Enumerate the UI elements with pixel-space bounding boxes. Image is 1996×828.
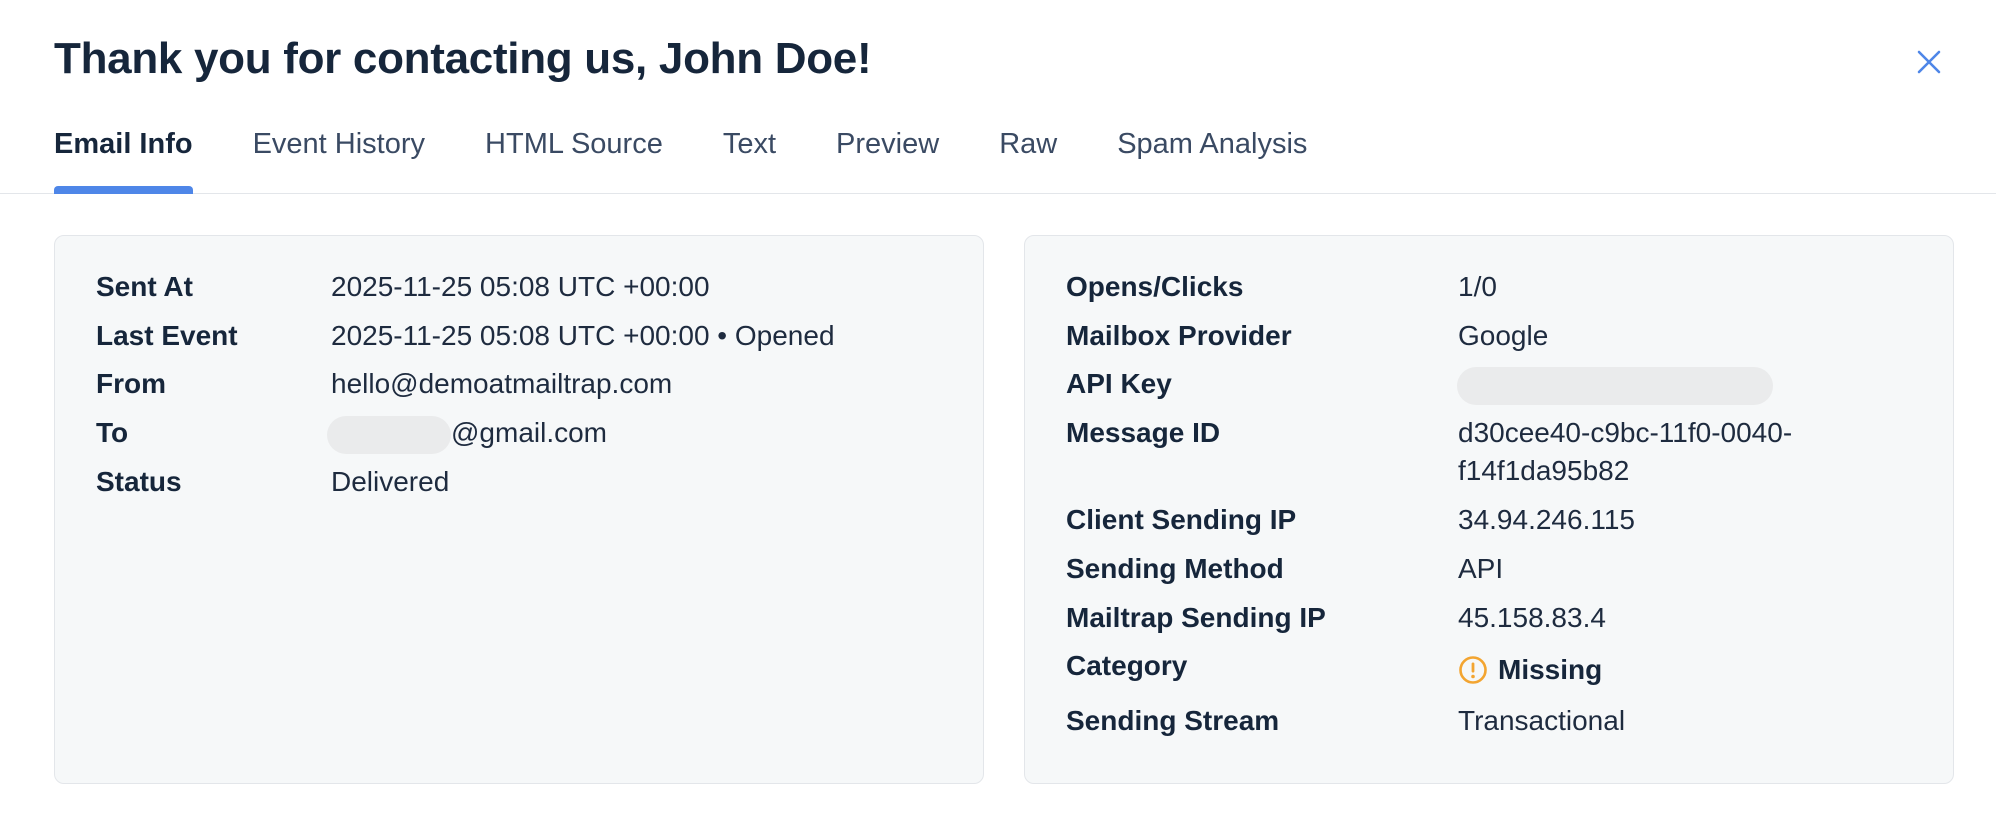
api-key-value <box>1457 365 1773 405</box>
close-button[interactable] <box>1914 47 1944 77</box>
to-value: @gmail.com <box>327 414 607 454</box>
tab-html-source[interactable]: HTML Source <box>485 128 663 194</box>
opens-clicks-label: Opens/Clicks <box>1066 271 1244 302</box>
to-label: To <box>96 417 129 448</box>
tab-event-history[interactable]: Event History <box>253 128 425 194</box>
mailbox-provider-value: Google <box>1458 320 1549 351</box>
email-details-card: Opens/Clicks 1/0 Mailbox Provider Google… <box>1024 235 1954 784</box>
active-tab-indicator <box>54 186 193 194</box>
tab-raw[interactable]: Raw <box>999 128 1057 194</box>
email-info-card: Sent At 2025-11-25 05:08 UTC +00:00 Last… <box>54 235 984 784</box>
mailtrap-sending-ip-value: 45.158.83.4 <box>1458 602 1606 633</box>
tab-text[interactable]: Text <box>723 128 776 194</box>
tab-label: Spam Analysis <box>1117 128 1308 160</box>
client-sending-ip-value: 34.94.246.115 <box>1458 504 1635 535</box>
status-value: Delivered <box>331 466 450 497</box>
tab-label: HTML Source <box>485 128 663 160</box>
message-id-label: Message ID <box>1066 417 1221 448</box>
mailbox-provider-label: Mailbox Provider <box>1066 320 1292 351</box>
sending-method-label: Sending Method <box>1066 553 1284 584</box>
category-missing-text: Missing <box>1498 654 1603 685</box>
opens-clicks-value: 1/0 <box>1458 271 1497 302</box>
last-event-label: Last Event <box>96 320 238 351</box>
sending-method-value: API <box>1458 553 1504 584</box>
tab-email-info[interactable]: Email Info <box>54 128 193 194</box>
modal-header: Thank you for contacting us, John Doe! E… <box>0 0 1996 194</box>
from-value: hello@demoatmailtrap.com <box>331 368 673 399</box>
redacted-api-key <box>1457 366 1773 405</box>
redacted-text <box>327 415 451 454</box>
close-icon <box>1917 50 1941 74</box>
tab-label: Text <box>722 128 777 160</box>
sent-at-label: Sent At <box>96 271 193 302</box>
tab-spam-analysis[interactable]: Spam Analysis <box>1117 128 1307 194</box>
tab-preview[interactable]: Preview <box>836 128 939 194</box>
warning-icon <box>1459 656 1487 684</box>
api-key-label: API Key <box>1066 368 1172 399</box>
message-id-value-line1: d30cee40-c9bc-11f0-0040- <box>1458 417 1793 448</box>
tab-label: Event History <box>252 128 426 160</box>
page-title: Thank you for contacting us, John Doe! <box>54 34 872 83</box>
category-value: Missing <box>1450 651 1602 695</box>
last-event-value: 2025-11-25 05:08 UTC +00:00 • Opened <box>331 320 835 351</box>
category-missing-badge: Missing <box>1450 651 1602 689</box>
to-domain: @gmail.com <box>451 417 608 448</box>
category-label: Category <box>1066 650 1188 681</box>
sending-stream-value: Transactional <box>1458 705 1626 736</box>
tab-label: Preview <box>836 128 940 160</box>
tab-label: Email Info <box>54 128 193 160</box>
sent-at-value: 2025-11-25 05:08 UTC +00:00 <box>331 271 710 302</box>
tab-bar: Email Info Event History HTML Source Tex… <box>54 128 1367 194</box>
message-id-value-line2: f14f1da95b82 <box>1458 455 1630 486</box>
client-sending-ip-label: Client Sending IP <box>1066 504 1297 535</box>
status-label: Status <box>96 466 182 497</box>
sending-stream-label: Sending Stream <box>1066 705 1280 736</box>
mailtrap-sending-ip-label: Mailtrap Sending IP <box>1066 602 1326 633</box>
tab-label: Raw <box>999 128 1058 160</box>
from-label: From <box>96 368 166 399</box>
